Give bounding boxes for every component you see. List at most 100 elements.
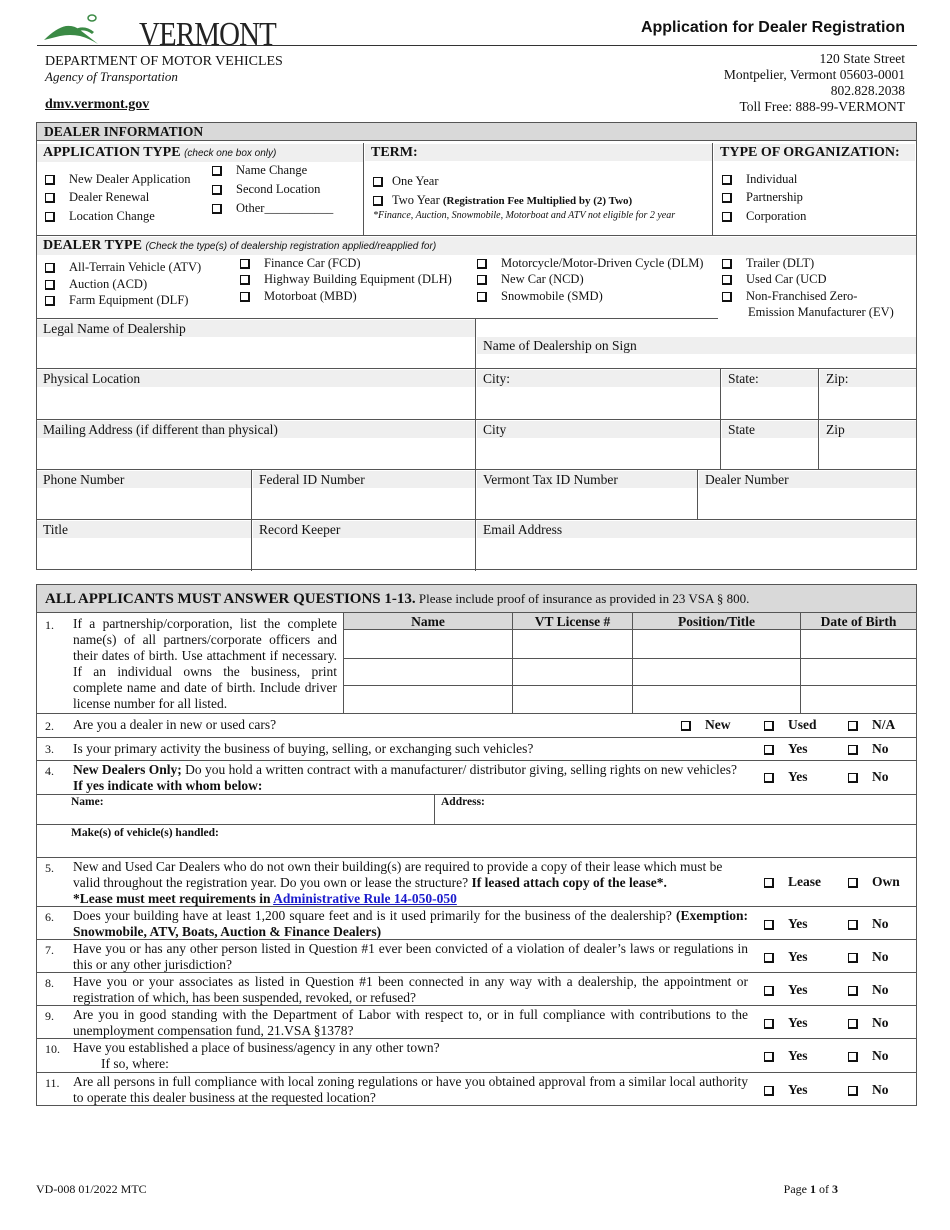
answer-yes[interactable]: Yes: [764, 769, 808, 785]
checkbox[interactable]: [764, 720, 774, 731]
answer-no[interactable]: No: [848, 741, 889, 757]
answer-no[interactable]: No: [848, 1048, 889, 1064]
checkbox[interactable]: [45, 175, 55, 186]
checkbox[interactable]: [848, 985, 858, 996]
physical-location-input[interactable]: [37, 387, 475, 418]
checkbox[interactable]: [373, 196, 383, 207]
contract-address-input[interactable]: [436, 795, 916, 824]
answer-no[interactable]: No: [848, 949, 889, 965]
checkbox[interactable]: [722, 292, 732, 303]
checkbox[interactable]: [212, 185, 222, 196]
checkbox[interactable]: [764, 1085, 774, 1096]
option-snowmobile[interactable]: Snowmobile (SMD): [477, 289, 603, 304]
option-partnership[interactable]: Partnership: [722, 190, 803, 205]
state-input[interactable]: [722, 387, 818, 418]
checkbox[interactable]: [848, 772, 858, 783]
checkbox[interactable]: [212, 166, 222, 177]
answer-used[interactable]: Used: [764, 717, 817, 733]
checkbox[interactable]: [764, 1018, 774, 1029]
checkbox[interactable]: [45, 280, 55, 291]
checkbox[interactable]: [722, 275, 732, 286]
answer-no[interactable]: No: [848, 1015, 889, 1031]
title-input[interactable]: [37, 538, 251, 568]
dealer-number-input[interactable]: [699, 488, 916, 518]
officer-row[interactable]: [344, 659, 916, 685]
contract-name-input[interactable]: [73, 795, 433, 824]
option-finance-car[interactable]: Finance Car (FCD): [240, 256, 361, 271]
option-motorboat[interactable]: Motorboat (MBD): [240, 289, 357, 304]
answer-no[interactable]: No: [848, 982, 889, 998]
mailing-zip-input[interactable]: [820, 438, 916, 468]
answer-no[interactable]: No: [848, 1082, 889, 1098]
sign-name-input[interactable]: [477, 354, 916, 368]
checkbox[interactable]: [45, 193, 55, 204]
checkbox[interactable]: [373, 177, 383, 188]
checkbox[interactable]: [722, 212, 732, 223]
option-new-dealer-application[interactable]: New Dealer Application: [45, 172, 190, 187]
city-input[interactable]: [477, 387, 720, 418]
answer-yes[interactable]: Yes: [764, 741, 808, 757]
phone-input[interactable]: [37, 488, 251, 518]
option-used-car[interactable]: Used Car (UCD: [722, 272, 827, 287]
answer-yes[interactable]: Yes: [764, 949, 808, 965]
email-input[interactable]: [477, 538, 916, 568]
checkbox[interactable]: [848, 1018, 858, 1029]
checkbox[interactable]: [764, 772, 774, 783]
checkbox[interactable]: [764, 1051, 774, 1062]
website-link[interactable]: dmv.vermont.gov: [45, 97, 149, 113]
option-individual[interactable]: Individual: [722, 172, 797, 187]
record-keeper-input[interactable]: [253, 538, 475, 568]
answer-yes[interactable]: Yes: [764, 1015, 808, 1031]
checkbox[interactable]: [45, 296, 55, 307]
checkbox[interactable]: [764, 985, 774, 996]
option-one-year[interactable]: One Year: [373, 174, 439, 189]
zip-input[interactable]: [820, 387, 916, 418]
checkbox[interactable]: [45, 212, 55, 223]
checkbox[interactable]: [848, 720, 858, 731]
checkbox[interactable]: [722, 259, 732, 270]
option-other[interactable]: Other___________: [212, 201, 333, 216]
answer-no[interactable]: No: [848, 916, 889, 932]
checkbox[interactable]: [848, 744, 858, 755]
checkbox[interactable]: [722, 175, 732, 186]
checkbox[interactable]: [848, 877, 858, 888]
makes-input[interactable]: [73, 825, 916, 857]
federal-id-input[interactable]: [253, 488, 475, 518]
option-second-location[interactable]: Second Location: [212, 182, 320, 197]
checkbox[interactable]: [764, 877, 774, 888]
option-farm-equipment[interactable]: Farm Equipment (DLF): [45, 293, 188, 308]
option-atv[interactable]: All-Terrain Vehicle (ATV): [45, 260, 201, 275]
option-dealer-renewal[interactable]: Dealer Renewal: [45, 190, 149, 205]
checkbox[interactable]: [764, 919, 774, 930]
checkbox[interactable]: [240, 275, 250, 286]
checkbox[interactable]: [722, 193, 732, 204]
checkbox[interactable]: [848, 952, 858, 963]
checkbox[interactable]: [848, 1085, 858, 1096]
checkbox[interactable]: [848, 919, 858, 930]
option-name-change[interactable]: Name Change: [212, 163, 307, 178]
option-new-car[interactable]: New Car (NCD): [477, 272, 584, 287]
answer-yes[interactable]: Yes: [764, 916, 808, 932]
answer-own[interactable]: Own: [848, 874, 900, 890]
checkbox[interactable]: [477, 259, 487, 270]
checkbox[interactable]: [764, 744, 774, 755]
checkbox[interactable]: [477, 292, 487, 303]
option-motorcycle[interactable]: Motorcycle/Motor-Driven Cycle (DLM): [477, 256, 703, 271]
option-highway-building[interactable]: Highway Building Equipment (DLH): [240, 272, 452, 287]
officer-row[interactable]: [344, 686, 916, 712]
option-two-year[interactable]: Two Year (Registration Fee Multiplied by…: [373, 193, 632, 208]
answer-new[interactable]: New: [681, 717, 731, 733]
mailing-city-input[interactable]: [477, 438, 720, 468]
answer-yes[interactable]: Yes: [764, 1048, 808, 1064]
officer-row[interactable]: [344, 631, 916, 658]
answer-lease[interactable]: Lease: [764, 874, 821, 890]
checkbox[interactable]: [240, 259, 250, 270]
mailing-state-input[interactable]: [722, 438, 818, 468]
administrative-rule-link[interactable]: Administrative Rule 14-050-050: [273, 891, 457, 906]
answer-yes[interactable]: Yes: [764, 1082, 808, 1098]
checkbox[interactable]: [45, 263, 55, 274]
checkbox[interactable]: [681, 720, 691, 731]
checkbox[interactable]: [240, 292, 250, 303]
answer-no[interactable]: No: [848, 769, 889, 785]
answer-yes[interactable]: Yes: [764, 982, 808, 998]
